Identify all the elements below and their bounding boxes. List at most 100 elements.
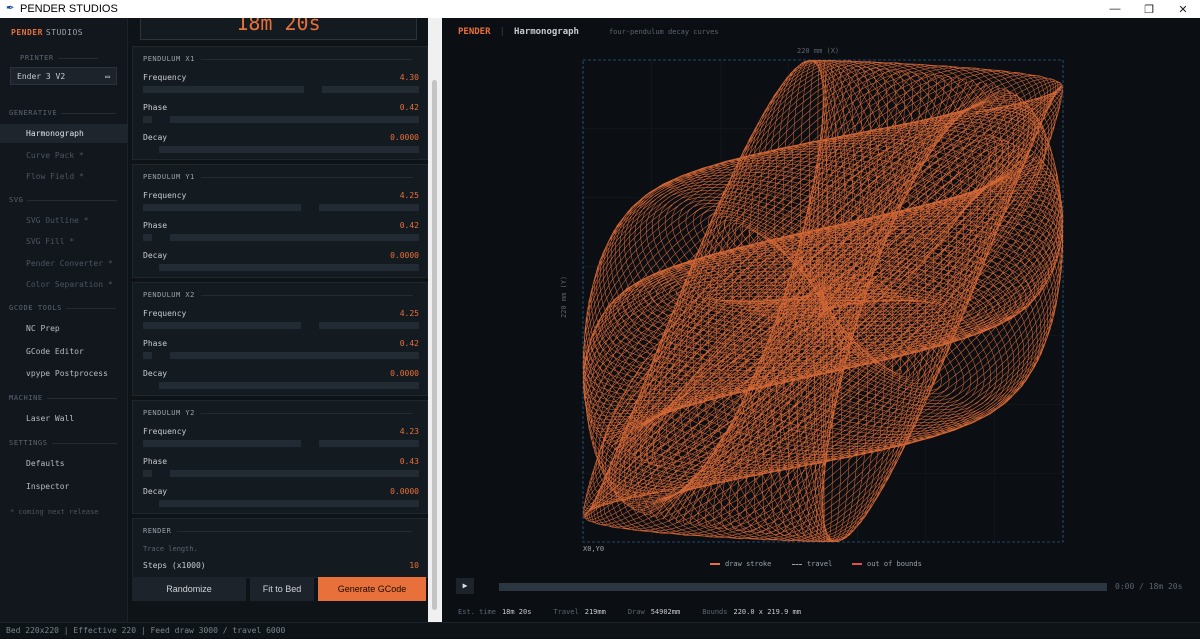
sidebar-item-svg-fill[interactable]: SVG Fill * xyxy=(0,232,128,251)
sidebar-item-laser-wall[interactable]: Laser Wall xyxy=(0,409,128,428)
randomize-button[interactable]: Randomize xyxy=(132,577,246,601)
decay-slider[interactable] xyxy=(143,146,419,153)
sidebar-item-nc-prep[interactable]: NC Prep xyxy=(0,319,128,338)
phase-slider[interactable] xyxy=(143,352,419,359)
slider-remaining xyxy=(322,86,419,93)
slider-remaining xyxy=(159,264,419,271)
pendulum-title: PENDULUM X1 xyxy=(143,55,413,63)
phase-slider[interactable] xyxy=(143,470,419,477)
phase-slider[interactable] xyxy=(143,234,419,241)
sidebar-item-gcode-editor[interactable]: GCode Editor xyxy=(0,342,128,361)
steps-value[interactable]: 10 xyxy=(409,561,419,570)
section-svg: SVG xyxy=(9,196,119,204)
decay-slider[interactable] xyxy=(143,500,419,507)
slider-remaining xyxy=(159,146,419,153)
sidebar-item-vpype[interactable]: vpype Postprocess xyxy=(0,364,128,383)
pendulum-title: PENDULUM Y2 xyxy=(143,409,413,417)
oob-swatch xyxy=(852,563,862,565)
phase-label: Phase xyxy=(143,457,168,466)
status-bar: Bed 220x220 | Effective 220 | Feed draw … xyxy=(0,622,1200,638)
frequency-value: 4.23 xyxy=(399,427,419,436)
legend-oob: out of bounds xyxy=(852,560,922,568)
sidebar-item-harmonograph[interactable]: Harmonograph xyxy=(0,124,128,143)
slider-remaining xyxy=(319,440,419,447)
brand-secondary: STUDIOS xyxy=(45,28,84,37)
canvas-area: PENDER | Harmonograph four-pendulum deca… xyxy=(442,18,1200,622)
section-printer: PRINTER xyxy=(20,54,130,62)
minimize-button[interactable]: — xyxy=(1098,0,1132,18)
decay-label: Decay xyxy=(143,369,168,378)
slider-remaining xyxy=(170,352,419,359)
y-axis-label: 220 mm (Y) xyxy=(560,275,568,318)
section-machine: MACHINE xyxy=(9,394,119,402)
stat-draw-label: Draw xyxy=(627,608,645,616)
canvas-title: Harmonograph xyxy=(513,27,579,37)
slider-filled xyxy=(143,116,152,123)
frequency-label: Frequency xyxy=(143,191,187,200)
pendulum-card: PENDULUM X2 Frequency 4.25 Phase 0.42 Decay 0.… xyxy=(132,282,428,396)
phase-value: 0.42 xyxy=(399,103,419,112)
slider-remaining xyxy=(170,116,419,123)
slider-remaining xyxy=(170,470,419,477)
slider-remaining xyxy=(319,322,419,329)
frequency-slider[interactable] xyxy=(143,86,419,93)
play-button[interactable]: ▶ xyxy=(456,578,474,594)
generate-gcode-button[interactable]: Generate GCode xyxy=(318,577,426,601)
slider-filled xyxy=(143,470,152,477)
canvas-header-separator: | xyxy=(499,27,505,37)
window-titlebar: ✒ PENDER STUDIOS — ❐ ✕ xyxy=(0,0,1200,18)
frequency-slider[interactable] xyxy=(143,440,419,447)
printer-select-value: Ender 3 V2 xyxy=(17,72,66,81)
plot-bed[interactable] xyxy=(582,59,1064,543)
phase-value: 0.42 xyxy=(399,339,419,348)
sidebar-item-color-separation[interactable]: Color Separation * xyxy=(0,275,128,294)
decay-value: 0.0000 xyxy=(390,251,419,260)
stat-est-value: 18m 20s xyxy=(501,608,532,616)
sidebar-item-pender-converter[interactable]: Pender Converter * xyxy=(0,254,128,273)
x-axis-label: 220 mm (X) xyxy=(797,47,840,55)
decay-value: 0.0000 xyxy=(390,133,419,142)
scrollbar-thumb[interactable] xyxy=(432,80,437,610)
decay-slider[interactable] xyxy=(143,264,419,271)
stat-bounds-value: 220.0 x 219.9 mm xyxy=(733,608,801,616)
window-title: PENDER STUDIOS xyxy=(20,3,118,15)
sidebar-item-inspector[interactable]: Inspector xyxy=(0,477,128,496)
panel-scrollbar[interactable] xyxy=(428,18,442,622)
render-subtitle: Trace length. xyxy=(143,545,198,553)
travel-swatch xyxy=(792,563,802,565)
slider-filled xyxy=(143,234,152,241)
close-button[interactable]: ✕ xyxy=(1166,0,1200,18)
phase-value: 0.43 xyxy=(399,457,419,466)
sidebar-item-flow-field[interactable]: Flow Field * xyxy=(0,167,128,186)
slider-filled xyxy=(143,352,152,359)
sidebar: PENDER STUDIOS PRINTER Ender 3 V2 ▭ GENER… xyxy=(0,18,128,622)
estimated-time-display: 18m 20s xyxy=(140,18,417,40)
brand-primary: PENDER xyxy=(11,28,43,37)
slider-remaining xyxy=(159,500,419,507)
phase-slider[interactable] xyxy=(143,116,419,123)
render-card: RENDER Trace length. Steps (x1000) 10 xyxy=(132,518,428,578)
coming-soon-note: * coming next release xyxy=(10,508,99,516)
frequency-value: 4.25 xyxy=(399,191,419,200)
printer-select[interactable]: Ender 3 V2 ▭ xyxy=(10,67,117,85)
playback-scrubber[interactable] xyxy=(499,583,1107,591)
sidebar-item-svg-outline[interactable]: SVG Outline * xyxy=(0,211,128,230)
slider-filled xyxy=(143,322,301,329)
draw-stroke-path xyxy=(582,59,1064,543)
pendulum-card: PENDULUM X1 Frequency 4.30 Phase 0.42 Decay 0.… xyxy=(132,46,428,160)
frequency-slider[interactable] xyxy=(143,204,419,211)
sidebar-item-curve-pack[interactable]: Curve Pack * xyxy=(0,146,128,165)
harmonograph-curve xyxy=(582,59,1064,543)
pendulum-title: PENDULUM X2 xyxy=(143,291,413,299)
restore-button[interactable]: ❐ xyxy=(1132,0,1166,18)
fit-to-bed-button[interactable]: Fit to Bed xyxy=(250,577,314,601)
canvas-subtitle: four-pendulum decay curves xyxy=(608,28,719,36)
sidebar-item-defaults[interactable]: Defaults xyxy=(0,454,128,473)
decay-slider[interactable] xyxy=(143,382,419,389)
frequency-slider[interactable] xyxy=(143,322,419,329)
section-gcode: GCODE TOOLS xyxy=(9,304,119,312)
frequency-value: 4.30 xyxy=(399,73,419,82)
decay-value: 0.0000 xyxy=(390,369,419,378)
frequency-label: Frequency xyxy=(143,427,187,436)
control-panel: 18m 20s PENDULUM X1 Frequency 4.30 Phase 0.4… xyxy=(128,18,428,622)
